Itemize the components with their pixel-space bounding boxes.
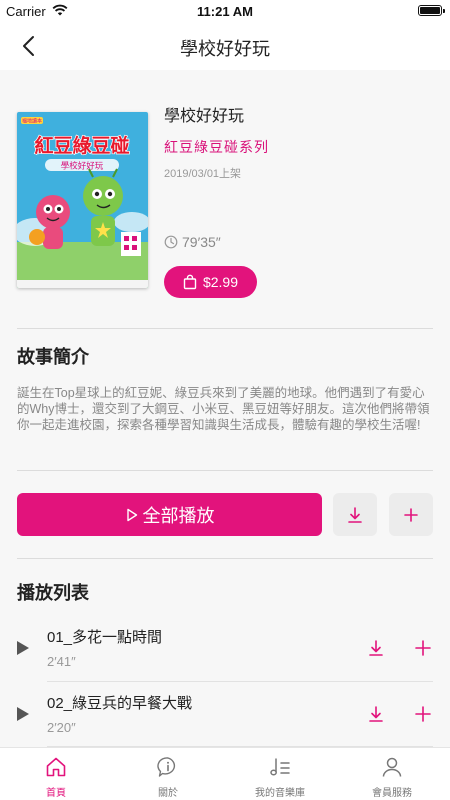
tab-home[interactable]: 首頁: [0, 748, 112, 800]
main-content: 福地讀本 紅豆綠豆碰 學校好好玩 學校好好玩 紅豆綠豆碰系列 2019/03/0…: [0, 70, 450, 747]
book-series-link[interactable]: 紅豆綠豆碰系列: [164, 137, 269, 157]
play-all-button[interactable]: 全部播放: [17, 493, 322, 536]
track-duration: 2′20″: [47, 720, 76, 735]
download-icon[interactable]: [366, 638, 386, 658]
intro-text: 誕生在Top星球上的紅豆妮、綠豆兵來到了美麗的地球。他們遇到了有愛心的Why博士…: [17, 386, 430, 432]
download-icon: [348, 506, 362, 523]
price-label: $2.99: [202, 274, 239, 290]
tab-music-library[interactable]: 我的音樂庫: [224, 748, 336, 800]
tab-label: 關於: [158, 788, 178, 799]
divider: [17, 558, 433, 559]
play-icon[interactable]: [17, 641, 29, 655]
home-icon: [46, 757, 66, 777]
user-icon: [382, 757, 402, 777]
status-time: 11:21 AM: [197, 4, 253, 19]
info-bubble-icon: [157, 757, 176, 777]
plus-icon[interactable]: [413, 638, 433, 658]
track-row[interactable]: 02_綠豆兵的早餐大戰 2′20″: [0, 682, 450, 746]
battery-icon: [418, 5, 445, 16]
svg-text:學校好好玩: 學校好好玩: [61, 161, 104, 172]
play-outline-icon: [126, 508, 137, 521]
clock-icon: [164, 235, 178, 249]
svg-text:紅豆綠豆碰: 紅豆綠豆碰: [34, 134, 129, 157]
duration-text: 79′35″: [182, 234, 221, 250]
total-duration: 79′35″: [164, 234, 221, 250]
shopping-bag-icon: [183, 274, 197, 290]
svg-text:福地讀本: 福地讀本: [22, 118, 42, 125]
music-library-icon: [270, 758, 290, 776]
play-all-label: 全部播放: [142, 505, 215, 526]
divider: [17, 470, 433, 471]
track-row[interactable]: 01_多花一點時間 2′41″: [0, 616, 450, 680]
tab-about[interactable]: 關於: [112, 748, 224, 800]
track-title: 01_多花一點時間: [47, 629, 163, 646]
tab-member-services[interactable]: 會員服務: [336, 748, 448, 800]
intro-heading: 故事簡介: [17, 347, 89, 367]
track-title: 02_綠豆兵的早餐大戰: [47, 695, 193, 712]
divider: [17, 328, 433, 329]
download-all-button[interactable]: [333, 493, 377, 536]
download-icon[interactable]: [366, 704, 386, 724]
page-title: 學校好好玩: [180, 39, 270, 59]
tab-label: 我的音樂庫: [255, 788, 305, 799]
tab-label: 會員服務: [372, 788, 412, 799]
tab-label: 首頁: [46, 788, 66, 799]
playlist-heading: 播放列表: [17, 583, 89, 603]
status-bar: Carrier 11:21 AM: [0, 0, 450, 22]
plus-icon[interactable]: [413, 704, 433, 724]
track-duration: 2′41″: [47, 654, 76, 669]
plus-icon: [404, 507, 418, 522]
add-all-button[interactable]: [389, 493, 433, 536]
release-date: 2019/03/01上架: [164, 168, 242, 180]
book-title: 學校好好玩: [164, 108, 245, 125]
bottom-tab-bar: 首頁 關於 我的音樂庫 會員服務: [0, 747, 450, 800]
play-icon[interactable]: [17, 707, 29, 721]
navigation-bar: 學校好好玩: [0, 22, 450, 70]
buy-price-button[interactable]: $2.99: [164, 266, 257, 298]
book-cover-image: 福地讀本 紅豆綠豆碰 學校好好玩: [17, 112, 148, 288]
